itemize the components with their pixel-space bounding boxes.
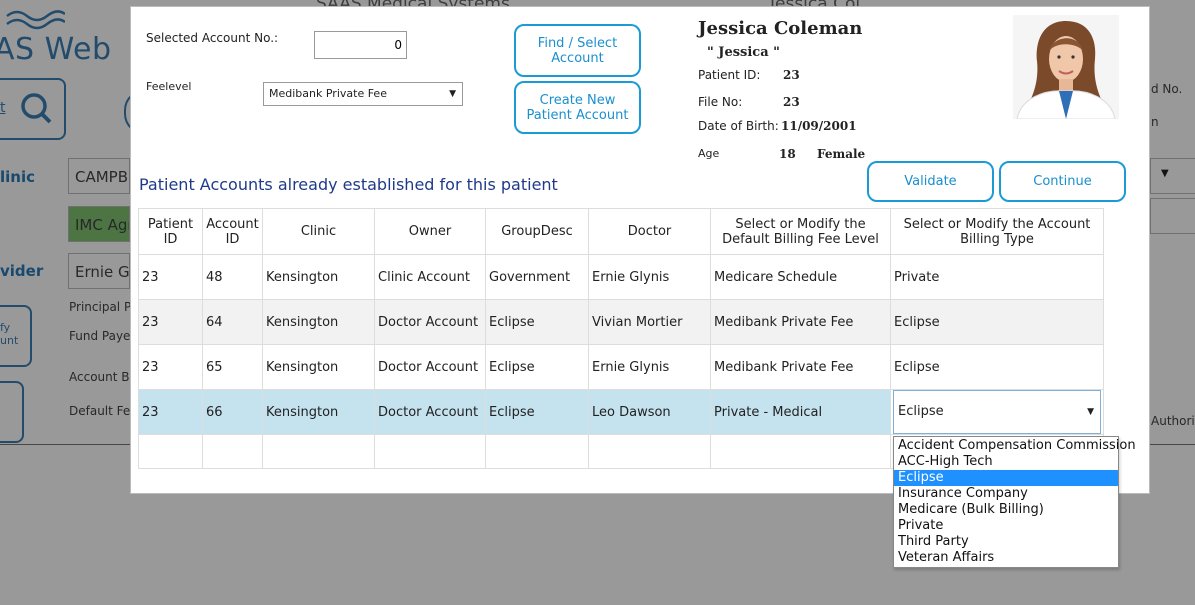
table-cell: Ernie Glynis <box>588 344 711 390</box>
table-header-row: Patient ID Account ID Clinic Owner Group… <box>138 208 1104 255</box>
fee-level-cell[interactable]: Medibank Private Fee <box>710 299 891 345</box>
table-cell: Doctor Account <box>374 389 486 435</box>
table-cell <box>138 434 203 469</box>
table-cell: 23 <box>138 344 203 390</box>
billing-type-cell[interactable]: Eclipse <box>890 299 1104 345</box>
table-cell: 23 <box>138 389 203 435</box>
dropdown-option[interactable]: Medicare (Bulk Billing) <box>894 502 1118 518</box>
feelevel-select[interactable]: Medibank Private Fee ▼ <box>263 82 463 106</box>
col-header[interactable]: Select or Modify the Account Billing Typ… <box>890 208 1104 255</box>
find-select-account-button[interactable]: Find / Select Account <box>514 24 641 77</box>
dropdown-option[interactable]: Private <box>894 518 1118 534</box>
gender-value: Female <box>817 147 866 161</box>
patient-nickname: " Jessica " <box>707 45 780 60</box>
table-row-selected[interactable]: 23 66 Kensington Doctor Account Eclipse … <box>138 389 1104 435</box>
billing-type-select[interactable]: Eclipse ▼ <box>893 390 1101 434</box>
col-header[interactable]: GroupDesc <box>485 208 589 255</box>
table-cell: 66 <box>202 389 263 435</box>
patient-photo <box>1013 15 1119 119</box>
table-cell: Kensington <box>262 254 375 300</box>
table-row[interactable]: 23 64 Kensington Doctor Account Eclipse … <box>138 299 1104 345</box>
feelevel-label: Feelevel <box>146 80 192 93</box>
table-row[interactable]: 23 48 Kensington Clinic Account Governme… <box>138 254 1104 300</box>
selected-account-input[interactable] <box>314 31 407 59</box>
table-cell: Eclipse <box>485 344 589 390</box>
patient-accounts-table: Patient ID Account ID Clinic Owner Group… <box>138 208 1104 469</box>
table-cell: Kensington <box>262 344 375 390</box>
continue-button[interactable]: Continue <box>999 161 1126 202</box>
billing-type-cell[interactable]: Eclipse <box>890 344 1104 390</box>
table-cell <box>202 434 263 469</box>
validate-label: Validate <box>904 174 957 189</box>
table-cell: Ernie Glynis <box>588 254 711 300</box>
col-header[interactable]: Account ID <box>202 208 263 255</box>
table-cell: 65 <box>202 344 263 390</box>
patient-id-value: 23 <box>783 68 800 82</box>
table-cell: Government <box>485 254 589 300</box>
table-cell: Eclipse <box>485 299 589 345</box>
billing-type-cell[interactable]: Private <box>890 254 1104 300</box>
age-label: Age <box>698 147 720 160</box>
feelevel-value: Medibank Private Fee <box>269 87 387 100</box>
create-new-account-label: Create New Patient Account <box>526 92 629 123</box>
selected-account-label: Selected Account No.: <box>146 31 279 45</box>
find-select-account-label: Find / Select Account <box>537 35 618 66</box>
dropdown-option[interactable]: Third Party <box>894 534 1118 550</box>
col-header[interactable]: Select or Modify the Default Billing Fee… <box>710 208 891 255</box>
dropdown-option[interactable]: ACC-High Tech <box>894 454 1118 470</box>
patient-name: Jessica Coleman <box>698 18 863 39</box>
chevron-down-icon: ▼ <box>449 89 456 99</box>
patient-id-label: Patient ID: <box>698 68 761 82</box>
table-cell <box>588 434 711 469</box>
billing-type-cell: Eclipse ▼ <box>890 389 1104 435</box>
file-no-value: 23 <box>783 95 800 109</box>
dropdown-option[interactable]: Insurance Company <box>894 486 1118 502</box>
dob-label: Date of Birth: <box>698 119 779 133</box>
table-cell: 23 <box>138 254 203 300</box>
table-cell <box>374 434 486 469</box>
create-new-account-button[interactable]: Create New Patient Account <box>514 81 641 134</box>
table-cell: Vivian Mortier <box>588 299 711 345</box>
dropdown-option[interactable]: Veteran Affairs <box>894 550 1118 566</box>
validate-button[interactable]: Validate <box>867 161 994 202</box>
billing-type-select-value: Eclipse <box>898 404 944 419</box>
table-cell: Kensington <box>262 299 375 345</box>
table-cell <box>262 434 375 469</box>
dropdown-option[interactable]: Accident Compensation Commission <box>894 438 1136 454</box>
table-cell: Doctor Account <box>374 299 486 345</box>
col-header[interactable]: Patient ID <box>138 208 203 255</box>
chevron-down-icon: ▼ <box>1087 407 1094 417</box>
fee-level-cell[interactable]: Medibank Private Fee <box>710 344 891 390</box>
table-cell <box>485 434 589 469</box>
file-no-label: File No: <box>698 95 743 109</box>
account-selection-modal: Selected Account No.: Feelevel Medibank … <box>130 6 1150 568</box>
dob-value: 11/09/2001 <box>781 119 857 133</box>
continue-label: Continue <box>1033 174 1092 189</box>
fee-level-cell[interactable]: Private - Medical <box>710 389 891 435</box>
table-cell: 64 <box>202 299 263 345</box>
billing-type-dropdown-list: Accident Compensation Commission ACC-Hig… <box>893 436 1136 568</box>
patient-photo-image <box>1013 15 1119 119</box>
section-title: Patient Accounts already established for… <box>139 175 558 194</box>
table-cell: Doctor Account <box>374 344 486 390</box>
table-cell: Leo Dawson <box>588 389 711 435</box>
table-cell <box>710 434 891 469</box>
table-cell: Eclipse <box>485 389 589 435</box>
table-cell: Kensington <box>262 389 375 435</box>
fee-level-cell[interactable]: Medicare Schedule <box>710 254 891 300</box>
table-cell: 48 <box>202 254 263 300</box>
age-value: 18 <box>779 147 796 161</box>
table-cell: 23 <box>138 299 203 345</box>
table-row[interactable]: 23 65 Kensington Doctor Account Eclipse … <box>138 344 1104 390</box>
col-header[interactable]: Clinic <box>262 208 375 255</box>
col-header[interactable]: Doctor <box>588 208 711 255</box>
table-cell: Clinic Account <box>374 254 486 300</box>
dropdown-option-selected[interactable]: Eclipse <box>894 470 1118 486</box>
col-header[interactable]: Owner <box>374 208 486 255</box>
